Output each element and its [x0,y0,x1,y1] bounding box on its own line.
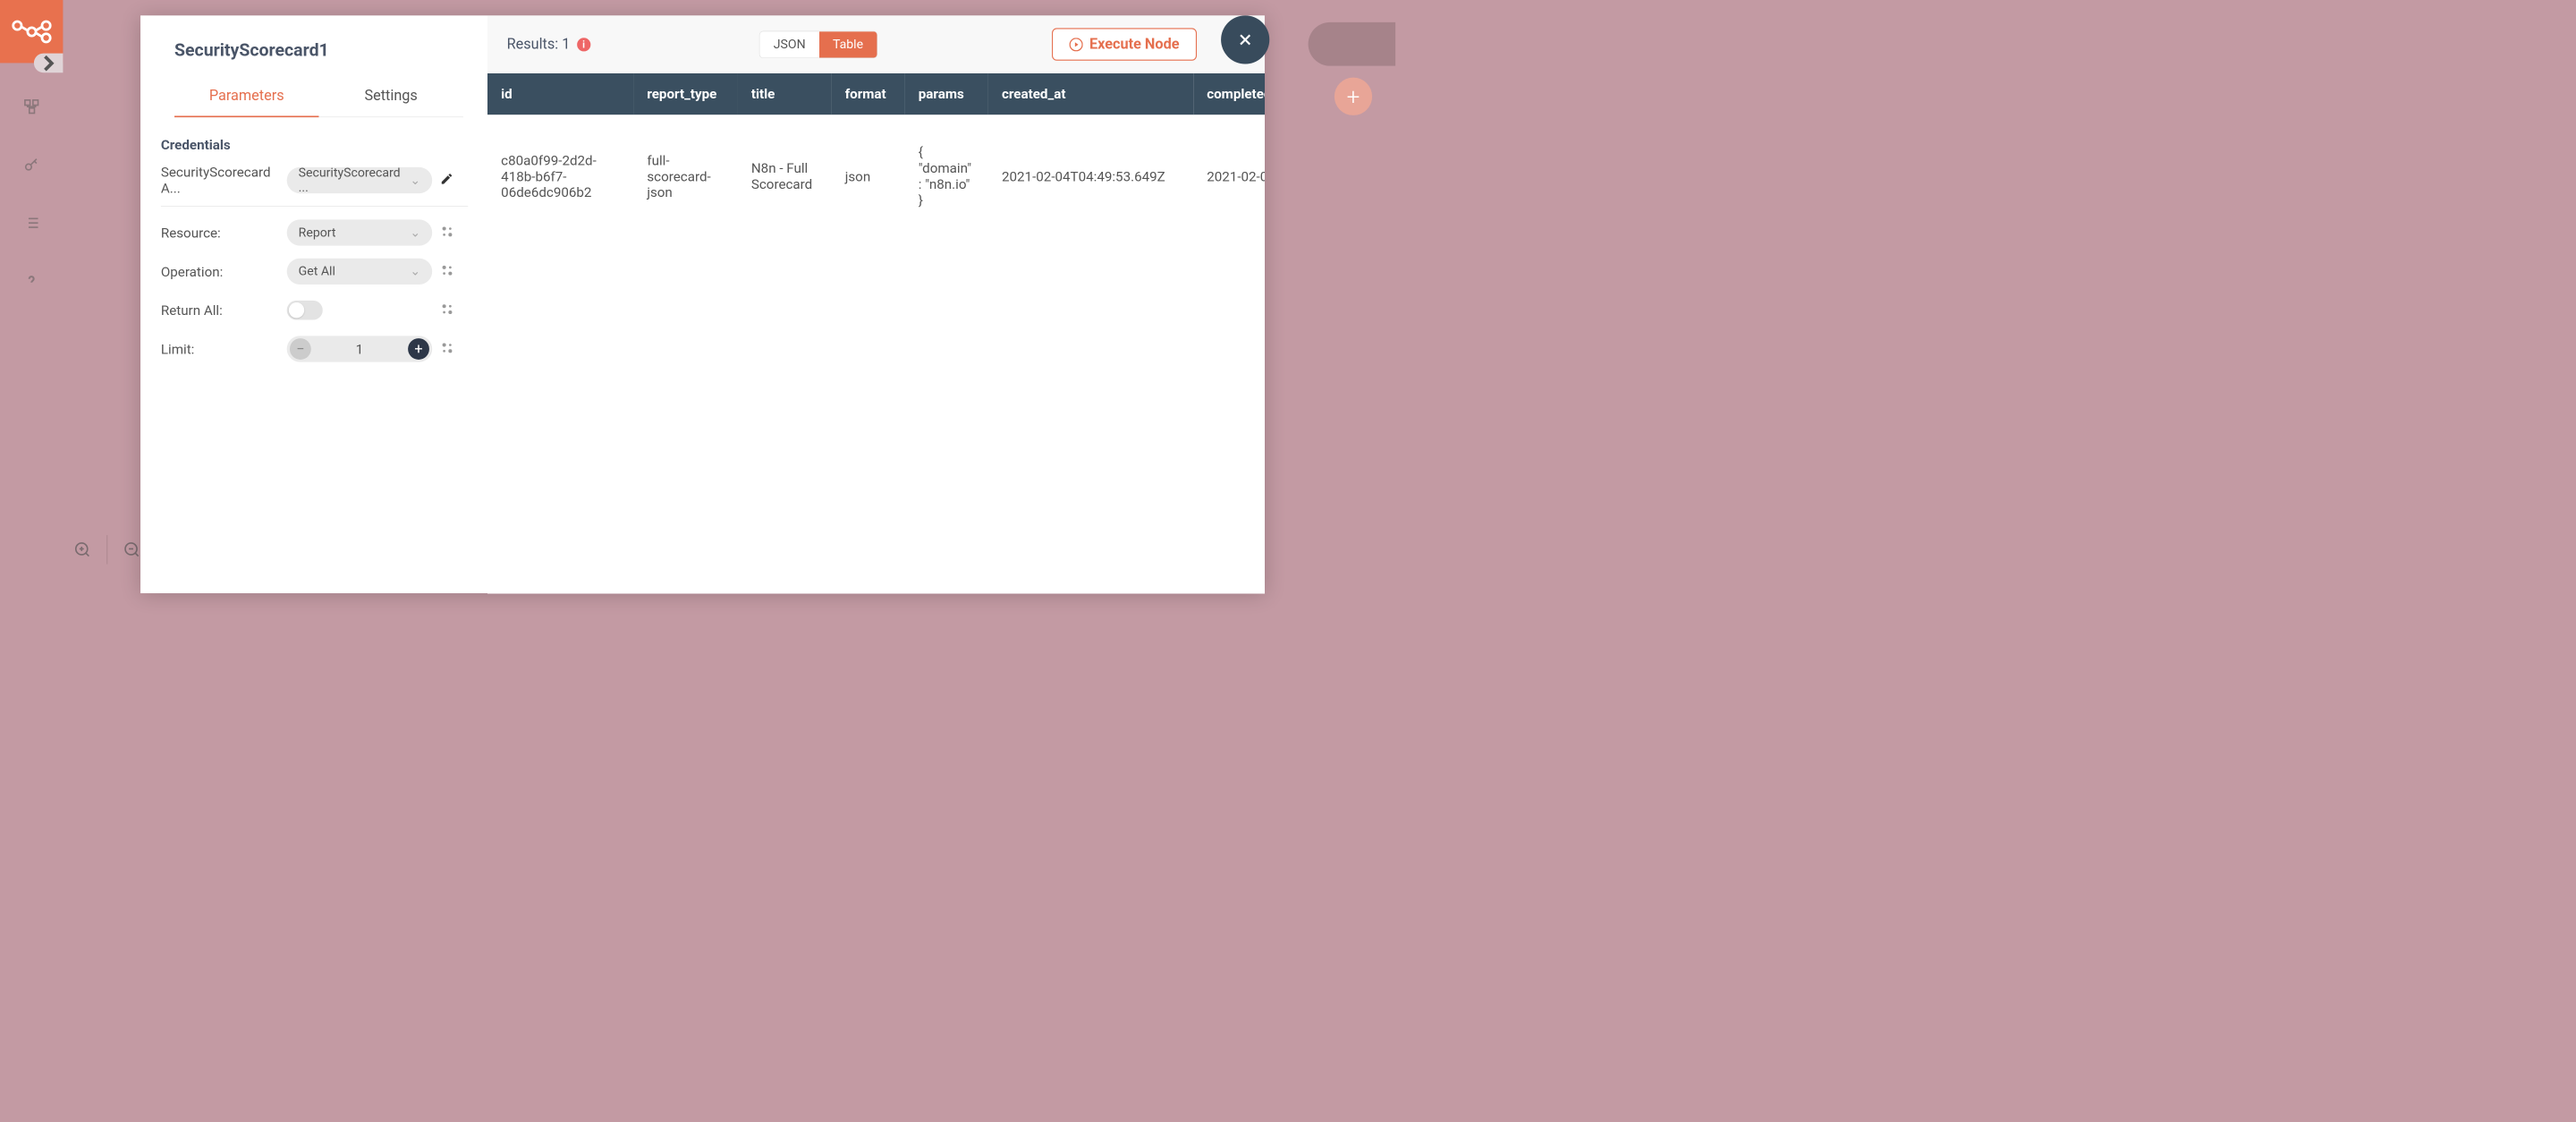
executions-list-icon[interactable] [21,213,41,233]
cell-report-type: full-scorecard-json [633,115,738,237]
info-icon[interactable]: i [577,38,590,51]
credentials-heading: Credentials [161,137,468,153]
chevron-down-icon: ⌄ [410,173,420,187]
cell-params: { "domain": "n8n.io" } [905,115,988,237]
credential-label: SecurityScorecard A... [161,165,287,197]
credential-select[interactable]: SecurityScorecard ... ⌄ [287,167,433,193]
cell-id: c80a0f99-2d2d-418b-b6f7-06de6dc906b2 [487,115,633,237]
operation-value: Get All [299,264,335,278]
th-created-at: created_at [988,73,1193,115]
collapse-sidebar-chevron-icon[interactable] [34,54,64,73]
cell-title: N8n - Full Scorecard [738,115,832,237]
th-title: title [738,73,832,115]
edit-credential-icon[interactable] [440,172,453,189]
tab-parameters[interactable]: Parameters [174,74,318,116]
results-table: id report_type title format params creat… [487,73,1265,237]
results-count: Results: 1 [507,36,571,53]
cell-completed-at: 2021-02-04 [1193,115,1265,237]
stepper-increment[interactable]: + [408,338,429,360]
workflows-icon[interactable] [21,97,41,116]
return-all-toggle[interactable] [287,301,323,320]
gear-icon[interactable] [440,263,454,279]
resource-label: Resource: [161,225,287,241]
th-report-type: report_type [633,73,738,115]
th-completed-at: completed_at [1193,73,1265,115]
node-title: SecurityScorecard1 [174,39,463,60]
chevron-down-icon: ⌄ [410,225,420,240]
cell-format: json [832,115,905,237]
view-toggle: JSON Table [759,30,877,57]
cell-created-at: 2021-02-04T04:49:53.649Z [988,115,1193,237]
table-row[interactable]: c80a0f99-2d2d-418b-b6f7-06de6dc906b2 ful… [487,115,1265,237]
app-logo[interactable] [0,0,63,63]
close-button[interactable] [1221,15,1269,64]
execute-node-button[interactable]: Execute Node [1052,28,1197,60]
add-node-button[interactable]: + [1335,78,1372,115]
results-panel: Results: 1 i JSON Table Execute Node id … [487,15,1265,593]
th-id: id [487,73,633,115]
limit-stepper[interactable]: − 1 + [287,336,433,361]
operation-select[interactable]: Get All ⌄ [287,259,433,285]
gear-icon[interactable] [440,341,454,357]
execute-label: Execute Node [1089,36,1179,53]
th-params: params [905,73,988,115]
divider [106,535,107,565]
node-modal: SecurityScorecard1 Parameters Settings C… [140,15,1265,593]
chevron-down-icon: ⌄ [410,264,420,278]
divider [161,206,468,207]
credentials-key-icon[interactable] [21,155,41,174]
limit-value: 1 [314,341,405,357]
toggle-knob [289,302,304,318]
resource-value: Report [299,225,336,240]
gear-icon[interactable] [440,225,454,241]
stepper-decrement[interactable]: − [290,338,311,360]
tab-settings[interactable]: Settings [318,74,462,116]
operation-label: Operation: [161,263,287,279]
help-icon[interactable] [21,271,41,291]
parameters-panel: SecurityScorecard1 Parameters Settings C… [140,15,487,593]
credential-value: SecurityScorecard ... [299,166,411,195]
zoom-in-icon[interactable] [68,535,97,565]
view-json-button[interactable]: JSON [760,31,819,57]
th-format: format [832,73,905,115]
resource-select[interactable]: Report ⌄ [287,219,433,245]
view-table-button[interactable]: Table [819,31,877,57]
limit-label: Limit: [161,341,287,357]
return-all-label: Return All: [161,302,287,319]
background-pill [1309,22,1396,66]
gear-icon[interactable] [440,302,454,318]
